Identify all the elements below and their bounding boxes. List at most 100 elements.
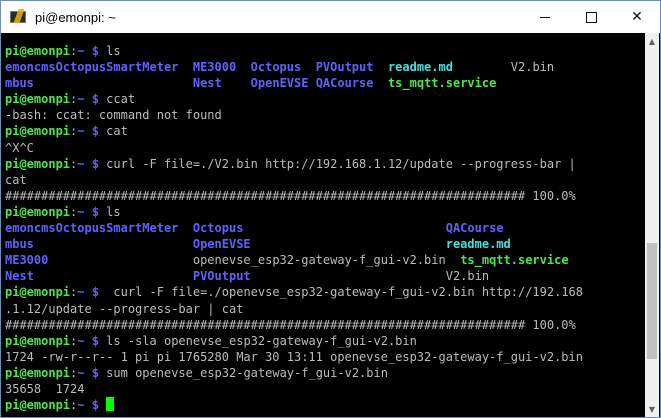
close-icon: ✕ — [631, 9, 643, 25]
prompt-user-host: pi@emonpi — [5, 124, 71, 139]
executable-entry: ts_mqtt.service — [387, 76, 497, 91]
maximize-button[interactable] — [568, 1, 614, 33]
prompt-user-host: pi@emonpi — [5, 333, 71, 348]
directory-entry: PVOutput — [315, 60, 374, 75]
prompt-path: ~ $ — [77, 44, 99, 58]
output-line: cat — [5, 172, 583, 188]
prompt-line: pi@emonpi:~ $ cat — [5, 123, 583, 139]
prompt-path: ~ $ — [77, 124, 99, 139]
command-text: ls -sla openevse_esp32-gateway-f_gui-v2.… — [98, 333, 417, 348]
maximize-icon — [585, 11, 597, 23]
prompt-path: ~ $ — [77, 365, 99, 380]
directory-entry: Nest — [5, 269, 34, 284]
command-text: ls — [98, 204, 121, 219]
output-line: emoncmsOctopusSmartMeter ME3000 Octopus … — [5, 59, 583, 75]
output-line: 1724 -rw-r--r-- 1 pi pi 1765280 Mar 30 1… — [5, 349, 583, 365]
minimize-icon — [540, 16, 550, 18]
file-entry: readme.md — [445, 237, 511, 252]
putty-app-icon[interactable] — [9, 9, 27, 25]
command-text: curl -F file=./V2.bin http://192.168.1.1… — [98, 156, 576, 171]
directory-entry: ME3000 — [192, 60, 237, 75]
output-line: ########################################… — [5, 317, 583, 333]
prompt-user-host: pi@emonpi — [5, 285, 71, 300]
directory-entry: Octopus — [250, 60, 302, 75]
directory-entry: PVOutput — [192, 269, 251, 284]
executable-entry: ts_mqtt.service — [460, 253, 569, 268]
window-title: pi@emonpi: ~ — [35, 9, 116, 25]
scroll-down-icon: ▼ — [648, 404, 656, 414]
terminal-output[interactable]: pi@emonpi:~ $ ls emoncmsOctopusSmartMeter… — [1, 33, 646, 417]
output-line: ########################################… — [5, 188, 583, 204]
output-text: 35658 1724 — [5, 381, 85, 396]
output-line: 35658 1724 — [5, 381, 583, 397]
command-text: sum openevse_esp32-gateway-f_gui-v2.bin — [98, 365, 388, 380]
output-text: ########################################… — [5, 317, 576, 332]
directory-entry: QACourse — [445, 221, 504, 236]
directory-entry: emoncmsOctopusSmartMeter — [5, 60, 179, 75]
prompt-line: pi@emonpi:~ $ ls -sla openevse_esp32-gat… — [5, 333, 583, 349]
prompt-user-host: pi@emonpi — [5, 365, 71, 380]
directory-entry: OpenEVSE — [192, 237, 251, 252]
file-entry: readme.md — [387, 60, 453, 75]
close-button[interactable]: ✕ — [614, 1, 660, 33]
prompt-user-host: pi@emonpi — [5, 398, 71, 413]
command-text: curl -F file=./openevse_esp32-gateway-f_… — [98, 285, 584, 300]
output-text: V2.bin — [445, 269, 490, 284]
output-text: .1.12/update --progress-bar | cat — [5, 301, 244, 316]
output-text: ########################################… — [5, 188, 576, 203]
command-text: ccat — [98, 92, 136, 107]
output-text: V2.bin — [510, 60, 555, 75]
output-line: mbus OpenEVSE readme.md — [5, 236, 583, 252]
directory-entry: Nest — [192, 76, 222, 91]
output-line: -bash: ccat: command not found — [5, 107, 583, 123]
minimize-button[interactable] — [522, 1, 568, 33]
command-text — [99, 398, 106, 412]
output-line: ^X^C — [5, 140, 583, 156]
directory-entry: OpenEVSE — [250, 76, 309, 91]
prompt-line: pi@emonpi:~ $ curl -F file=./openevse_es… — [5, 284, 583, 300]
output-text: ^X^C — [5, 140, 34, 155]
directory-entry: Octopus — [192, 221, 244, 236]
terminal-cursor — [106, 397, 115, 412]
directory-entry: mbus — [5, 237, 34, 252]
prompt-path: ~ $ — [77, 333, 99, 348]
scroll-down-button[interactable]: ▼ — [645, 401, 659, 417]
prompt-user-host: pi@emonpi — [5, 156, 71, 171]
prompt-line: pi@emonpi:~ $ — [5, 397, 583, 413]
title-bar[interactable]: pi@emonpi: ~ ✕ — [1, 1, 660, 33]
output-line: .1.12/update --progress-bar | cat — [5, 301, 583, 317]
output-line: ME3000 openevse_esp32-gateway-f_gui-v2.b… — [5, 252, 583, 268]
prompt-line: pi@emonpi:~ $ sum openevse_esp32-gateway… — [5, 365, 583, 381]
scroll-up-button[interactable]: ▲ — [645, 33, 659, 49]
terminal-window: pi@emonpi: ~ ✕ pi@emonpi:~ $ ls emoncmsOc… — [0, 0, 661, 418]
vertical-scrollbar[interactable]: ▲ ▼ — [645, 33, 659, 417]
prompt-line: pi@emonpi:~ $ ls — [5, 43, 583, 59]
prompt-path: ~ $ — [77, 398, 99, 413]
directory-entry: mbus — [5, 76, 34, 91]
prompt-user-host: pi@emonpi — [5, 44, 71, 58]
output-line: mbus Nest OpenEVSE QACourse ts_mqtt.serv… — [5, 75, 583, 91]
prompt-path: ~ $ — [77, 156, 99, 171]
prompt-path: ~ $ — [77, 204, 99, 219]
scrollbar-thumb[interactable] — [647, 242, 657, 359]
output-line: Nest PVOutput V2.bin — [5, 268, 583, 284]
prompt-line: pi@emonpi:~ $ ccat — [5, 91, 583, 107]
prompt-user-host: pi@emonpi — [5, 204, 71, 219]
prompt-path: ~ $ — [77, 285, 99, 300]
output-line: emoncmsOctopusSmartMeter Octopus QACours… — [5, 220, 583, 236]
directory-entry: QACourse — [315, 76, 374, 91]
output-text: openevse_esp32-gateway-f_gui-v2.bin — [192, 253, 446, 268]
